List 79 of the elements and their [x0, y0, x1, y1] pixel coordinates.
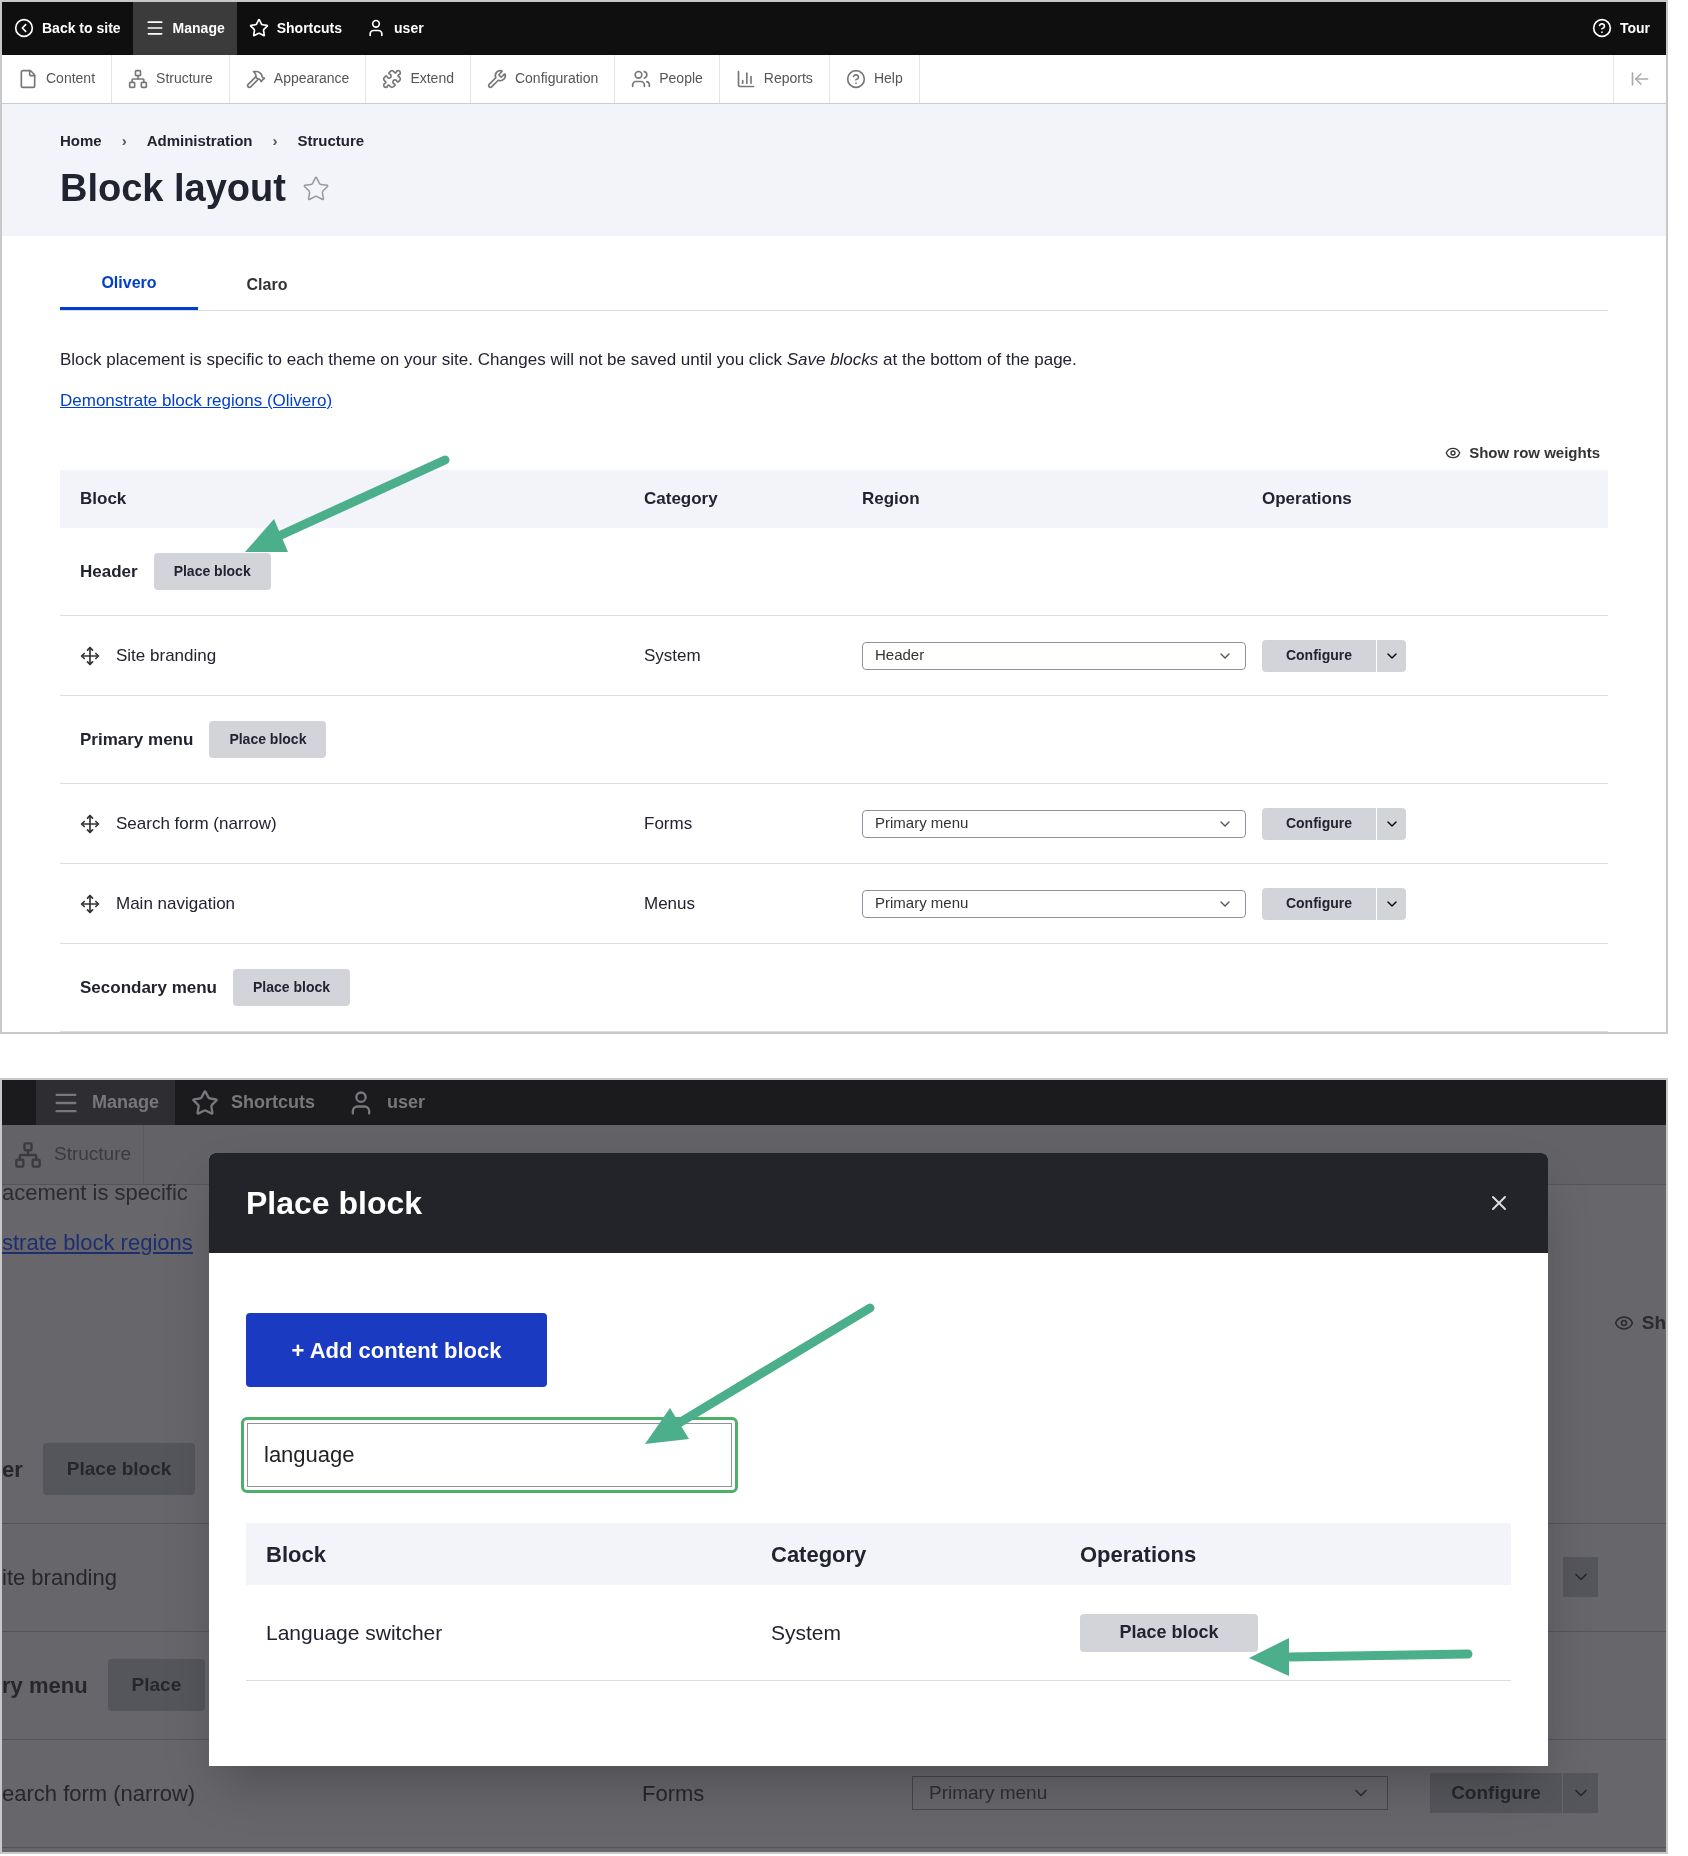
- admin-menu-item[interactable]: People: [615, 54, 720, 103]
- region-label: Secondary menu: [80, 976, 217, 999]
- admin-menu-item[interactable]: Reports: [719, 54, 830, 103]
- dialog-title: Place block: [246, 1184, 423, 1223]
- hierarchy-icon: [14, 1140, 42, 1169]
- breadcrumb-separator: ›: [121, 130, 127, 151]
- admin-menu-item[interactable]: Structure: [112, 54, 230, 103]
- file-icon: [18, 68, 38, 89]
- block-category: System: [771, 1619, 842, 1646]
- admin-menu-item[interactable]: Extend: [366, 54, 471, 103]
- admin-menu-item[interactable]: Content: [2, 54, 113, 103]
- column-header: Category: [644, 488, 719, 511]
- column-header: Block: [80, 488, 128, 511]
- page-title: Block layout: [60, 166, 286, 212]
- add-content-block-button[interactable]: + Add content block: [246, 1313, 547, 1387]
- block-name: Site branding: [116, 644, 217, 667]
- column-header: Operations: [1080, 1540, 1198, 1569]
- breadcrumb-link[interactable]: Administration: [146, 129, 253, 153]
- wrench-icon: [486, 68, 507, 89]
- help-icon: [1591, 18, 1612, 39]
- configure-button[interactable]: Configure: [1262, 887, 1376, 920]
- region-label: Header: [80, 560, 138, 583]
- region-select[interactable]: Header: [862, 641, 1246, 670]
- column-header: Block: [266, 1540, 327, 1569]
- column-header: Operations: [1262, 488, 1353, 511]
- region-select[interactable]: Primary menu: [862, 889, 1246, 918]
- hammer-icon: [245, 68, 266, 89]
- column-header: Category: [771, 1540, 868, 1569]
- region-label: er: [2, 1455, 23, 1484]
- bar-chart-icon: [735, 68, 756, 89]
- breadcrumb-link[interactable]: Structure: [297, 129, 365, 153]
- place-block-button[interactable]: Place block: [209, 721, 327, 758]
- block-name: Language switcher: [266, 1619, 444, 1646]
- demonstrate-regions-link[interactable]: Demonstrate block regions (Olivero): [60, 388, 333, 414]
- people-icon: [631, 68, 652, 89]
- breadcrumb-link[interactable]: Home: [60, 129, 102, 153]
- block-category: System: [644, 644, 702, 667]
- block-name: earch form (narrow): [2, 1779, 197, 1808]
- move-icon[interactable]: [80, 893, 100, 914]
- admin-menu-item[interactable]: Appearance: [229, 54, 367, 103]
- move-icon[interactable]: [80, 813, 100, 834]
- toolbar-item[interactable]: user: [354, 2, 436, 55]
- toolbar-item[interactable]: Back to site: [2, 2, 133, 55]
- theme-tab[interactable]: Claro: [198, 259, 336, 310]
- star-icon: [248, 18, 269, 39]
- region-label: ry menu: [2, 1671, 88, 1700]
- move-icon[interactable]: [80, 645, 100, 666]
- place-block-button[interactable]: Place block: [1080, 1613, 1258, 1652]
- admin-menu-item[interactable]: Configuration: [470, 54, 616, 103]
- favorite-star-icon[interactable]: [301, 174, 330, 203]
- toolbar-item[interactable]: Manage: [132, 2, 237, 55]
- block-category: Forms: [644, 812, 694, 835]
- toolbar-item[interactable]: Shortcuts: [175, 1080, 332, 1125]
- place-block-button[interactable]: Place block: [233, 969, 351, 1006]
- block-category: Forms: [642, 1779, 706, 1808]
- description-text: Block placement is specific to each theme on your site. Changes will not be saved until you click Save blocks at the bottom of the page.: [60, 348, 1078, 371]
- star-icon: [191, 1088, 220, 1117]
- breadcrumb-separator: ›: [272, 130, 278, 151]
- show-row-weights-link[interactable]: Show row weights: [1445, 441, 1600, 464]
- block-search-field[interactable]: language: [241, 1417, 738, 1493]
- block-name: Main navigation: [116, 892, 236, 915]
- admin-menu-item[interactable]: Help: [829, 54, 920, 103]
- block-name: Search form (narrow): [116, 812, 277, 835]
- configure-button[interactable]: Configure: [1262, 807, 1376, 840]
- place-block-button[interactable]: Place block: [153, 553, 271, 590]
- toolbar-item[interactable]: user: [331, 1080, 442, 1125]
- hierarchy-icon: [128, 68, 149, 89]
- toolbar-item[interactable]: Shortcuts: [236, 2, 355, 55]
- tour-button[interactable]: Tour: [1591, 17, 1650, 39]
- region-select[interactable]: Primary menu: [862, 809, 1246, 838]
- region-label: Primary menu: [80, 728, 194, 751]
- configure-button[interactable]: Configure: [1262, 639, 1376, 672]
- theme-tab[interactable]: Olivero: [60, 259, 198, 310]
- column-header: Region: [862, 488, 921, 511]
- help-icon: [845, 68, 866, 89]
- block-name: ite branding: [2, 1563, 118, 1592]
- back-icon: [14, 18, 34, 39]
- block-category: Menus: [644, 892, 697, 915]
- puzzle-icon: [382, 68, 403, 89]
